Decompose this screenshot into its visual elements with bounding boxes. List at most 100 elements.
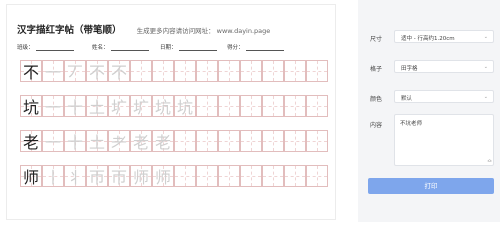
stroke-step-character: 一 xyxy=(44,98,61,117)
size-label: 尺寸 xyxy=(370,36,383,43)
grid-cell xyxy=(218,130,240,152)
grid-cell xyxy=(240,165,262,187)
worksheet-title: 汉字描红字帖（带笔顺） xyxy=(17,25,122,36)
grid-select[interactable]: 田字格 ⌄ xyxy=(394,60,494,73)
grid-cell: 不 xyxy=(108,60,130,82)
stroke-step-character: 土 xyxy=(88,133,105,152)
grid-cell xyxy=(174,60,196,82)
grid-cell xyxy=(262,95,284,117)
grid-cell: 坑 xyxy=(152,95,174,117)
grid-cell xyxy=(306,60,328,82)
grid-cell xyxy=(196,95,218,117)
color-label: 颜色 xyxy=(370,96,383,103)
tracing-row: 不一丆不不 xyxy=(20,60,330,82)
grid-label: 格子 xyxy=(370,66,383,73)
tracing-row: 坑一十土圹圹坑坑 xyxy=(20,95,330,117)
grid-cell: 一 xyxy=(42,130,64,152)
stroke-step-character: 一 xyxy=(44,133,61,152)
grid-cell xyxy=(196,60,218,82)
grid-cell: 十 xyxy=(64,95,86,117)
color-select-value: 默认 xyxy=(401,96,413,102)
chevron-down-icon: ⌄ xyxy=(483,64,488,70)
grid-cell xyxy=(306,95,328,117)
stroke-step-character: 圹 xyxy=(132,98,149,117)
grid-cell: 老 xyxy=(152,130,174,152)
score-field: 得分： xyxy=(227,43,284,51)
stroke-step-character: 帀 xyxy=(110,168,127,187)
content-textarea[interactable]: 不坑老师 ≏ xyxy=(394,114,494,166)
stroke-step-character: 帀 xyxy=(88,168,105,187)
name-field: 姓名： xyxy=(92,43,149,51)
model-character: 坑 xyxy=(22,98,39,117)
grid-cell xyxy=(196,165,218,187)
grid-cell xyxy=(218,60,240,82)
class-blank xyxy=(35,45,74,51)
grid-cell: 师 xyxy=(20,165,42,187)
model-character: 不 xyxy=(22,63,39,82)
grid-cell: 坑 xyxy=(174,95,196,117)
settings-panel: 尺寸 适中 - 行高约1.20cm ⌄ 格子 田字格 ⌄ 颜色 默认 ⌄ 内容 … xyxy=(358,0,500,222)
grid-cell: 一 xyxy=(42,95,64,117)
date-label: 日期： xyxy=(160,45,177,51)
date-field: 日期： xyxy=(160,43,217,51)
grid-cell xyxy=(262,60,284,82)
class-label: 班级： xyxy=(17,45,34,51)
stroke-step-character: 师 xyxy=(132,168,149,187)
size-select[interactable]: 适中 - 行高约1.20cm ⌄ xyxy=(394,30,494,43)
stroke-step-character: 一 xyxy=(44,63,61,82)
stroke-step-character: 十 xyxy=(66,133,83,152)
grid-cell xyxy=(240,130,262,152)
grid-cell xyxy=(262,130,284,152)
grid-cell: 师 xyxy=(130,165,152,187)
grid-cell: 丆 xyxy=(64,60,86,82)
model-character: 师 xyxy=(22,168,39,187)
score-blank xyxy=(245,45,284,51)
grid-cell: 坑 xyxy=(20,95,42,117)
grid-cell: 丬 xyxy=(64,165,86,187)
stroke-step-character: 坑 xyxy=(176,98,193,117)
model-character: 老 xyxy=(22,133,39,152)
grid-cell: 老 xyxy=(130,130,152,152)
grid-cell: 圹 xyxy=(108,95,130,117)
grid-cell xyxy=(284,95,306,117)
stroke-step-character: 土 xyxy=(88,98,105,117)
chevron-down-icon: ⌄ xyxy=(483,34,488,40)
content-label: 内容 xyxy=(370,122,383,129)
size-select-value: 适中 - 行高约1.20cm xyxy=(401,36,455,42)
tracing-row: 老一十土耂老老 xyxy=(20,130,330,152)
color-select[interactable]: 默认 ⌄ xyxy=(394,90,494,103)
grid-cell xyxy=(218,165,240,187)
stroke-step-character: 丬 xyxy=(66,168,83,187)
grid-cell xyxy=(196,130,218,152)
worksheet-preview: 汉字描红字帖（带笔顺） 生成更多内容请访问网址： www.dayin.page … xyxy=(6,4,336,220)
grid-cell xyxy=(130,60,152,82)
stroke-step-character: 耂 xyxy=(110,133,127,152)
grid-cell: 不 xyxy=(20,60,42,82)
tracing-row: 师丨丬帀帀师师 xyxy=(20,165,330,187)
stroke-step-character: 师 xyxy=(154,168,171,187)
grid-cell: 师 xyxy=(152,165,174,187)
grid-cell xyxy=(284,60,306,82)
resize-handle-icon[interactable]: ≏ xyxy=(487,158,492,165)
grid-cell xyxy=(218,95,240,117)
stroke-step-character: 老 xyxy=(154,133,171,152)
grid-cell: 土 xyxy=(86,95,108,117)
grid-cell: 圹 xyxy=(130,95,152,117)
name-blank xyxy=(110,45,149,51)
grid-cell xyxy=(240,95,262,117)
grid-cell xyxy=(262,165,284,187)
stroke-step-character: 不 xyxy=(88,63,105,82)
grid-select-value: 田字格 xyxy=(401,66,418,72)
grid-cell: 一 xyxy=(42,60,64,82)
print-button[interactable]: 打印 xyxy=(368,178,494,194)
grid-cell: 耂 xyxy=(108,130,130,152)
content-textarea-value: 不坑老师 xyxy=(400,121,423,127)
stroke-step-character: 丆 xyxy=(66,63,83,82)
class-field: 班级： xyxy=(17,43,74,51)
grid-cell xyxy=(306,130,328,152)
grid-cell: 帀 xyxy=(86,165,108,187)
stroke-step-character: 圹 xyxy=(110,98,127,117)
grid-cell xyxy=(306,165,328,187)
stroke-step-character: 老 xyxy=(132,133,149,152)
grid-cell: 十 xyxy=(64,130,86,152)
